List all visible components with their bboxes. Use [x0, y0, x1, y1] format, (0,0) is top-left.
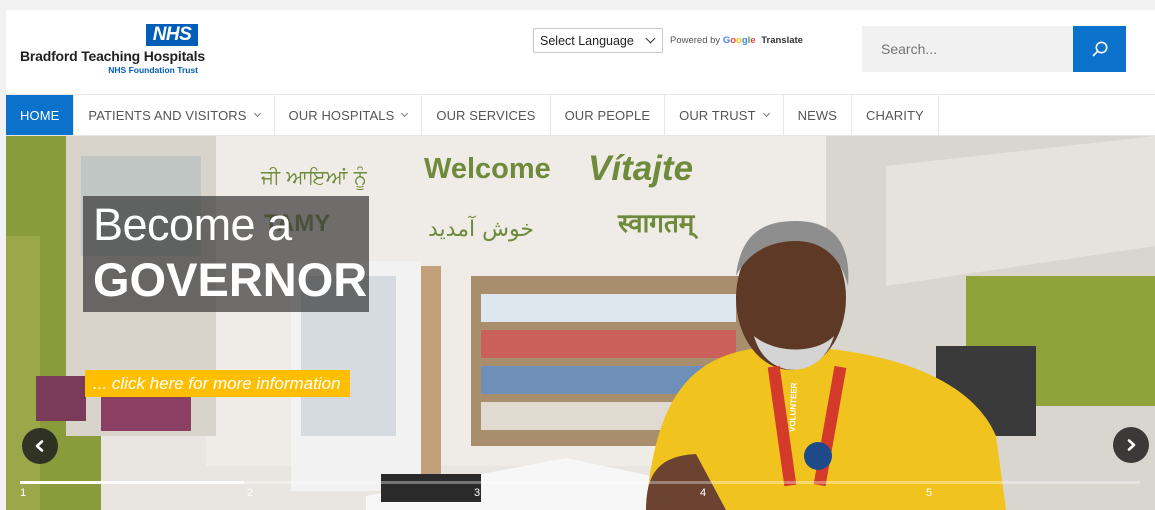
nav-our-trust[interactable]: OUR TRUST	[665, 95, 784, 135]
main-nav: HOME PATIENTS AND VISITORS OUR HOSPITALS…	[6, 94, 1155, 136]
wall-text-punjabi: ਜੀ ਆਇਆਂ ਨੂੰ	[260, 165, 368, 190]
nhs-badge: NHS	[146, 24, 198, 46]
nav-news[interactable]: NEWS	[784, 95, 853, 135]
powered-by-label: Powered by	[670, 35, 721, 46]
nhs-logo[interactable]: NHS Bradford Teaching Hospitals NHS Foun…	[20, 24, 210, 76]
language-select-value: Select Language	[540, 33, 634, 48]
wall-text-hindi: स्वागतम्	[617, 209, 699, 240]
wall-text-urdu: خوش آمدید	[428, 215, 534, 242]
translate-link[interactable]: Translate	[761, 35, 803, 46]
headline-line2: GOVERNOR	[93, 253, 368, 306]
powered-by-google: Powered by Google Translate	[670, 35, 803, 46]
chevron-down-icon	[253, 109, 261, 118]
more-info-link[interactable]: ... click here for more information	[85, 370, 350, 397]
slide-number[interactable]: 5	[926, 487, 932, 499]
chevron-right-icon	[1127, 439, 1136, 451]
google-wordmark: Google	[722, 35, 756, 46]
search-icon	[1092, 41, 1107, 57]
nav-our-services[interactable]: OUR SERVICES	[422, 95, 551, 135]
slide-number[interactable]: 1	[20, 487, 26, 499]
lanyard-text: VOLUNTEER	[788, 382, 799, 432]
chevron-down-icon	[762, 109, 770, 118]
nav-charity[interactable]: CHARITY	[852, 95, 939, 135]
google-translate-widget: Select Language Powered by Google Transl…	[533, 27, 803, 54]
chevron-down-icon	[401, 109, 409, 118]
chevron-left-icon	[35, 440, 44, 452]
slide-number[interactable]: 2	[247, 487, 253, 499]
nav-our-people[interactable]: OUR PEOPLE	[551, 95, 666, 135]
slide-number[interactable]: 3	[474, 487, 480, 499]
search-input[interactable]	[862, 26, 1074, 72]
slider-next-button[interactable]	[1113, 427, 1149, 463]
slider-pagination: 1 2 3 4 5	[20, 481, 1155, 510]
chevron-down-icon	[645, 33, 656, 44]
nav-our-hospitals[interactable]: OUR HOSPITALS	[275, 95, 423, 135]
foundation-trust-label: NHS Foundation Trust	[108, 65, 198, 75]
slider-prev-button[interactable]	[22, 428, 58, 464]
hero-photo: ਜੀ ਆਇਆਂ ਨੂੰ Welcome Vítajte خوش آمدید स्…	[6, 136, 1155, 510]
search-button[interactable]	[1073, 26, 1126, 72]
language-select[interactable]: Select Language	[533, 28, 663, 53]
slider-progress-fill	[20, 481, 244, 484]
wall-text-welcome: Welcome	[424, 153, 551, 185]
hero-slider: ਜੀ ਆਇਆਂ ਨੂੰ Welcome Vítajte خوش آمدید स्…	[6, 136, 1155, 510]
nav-home[interactable]: HOME	[6, 95, 75, 135]
wall-text-vitajte: Vítajte	[588, 149, 693, 188]
slide-number[interactable]: 4	[700, 487, 706, 499]
nav-patients-and-visitors[interactable]: PATIENTS AND VISITORS	[74, 95, 275, 135]
hospital-name: Bradford Teaching Hospitals	[20, 48, 205, 64]
headline-line1: Become a	[93, 199, 292, 250]
page: NHS Bradford Teaching Hospitals NHS Foun…	[6, 10, 1155, 510]
site-header: NHS Bradford Teaching Hospitals NHS Foun…	[6, 10, 1155, 94]
